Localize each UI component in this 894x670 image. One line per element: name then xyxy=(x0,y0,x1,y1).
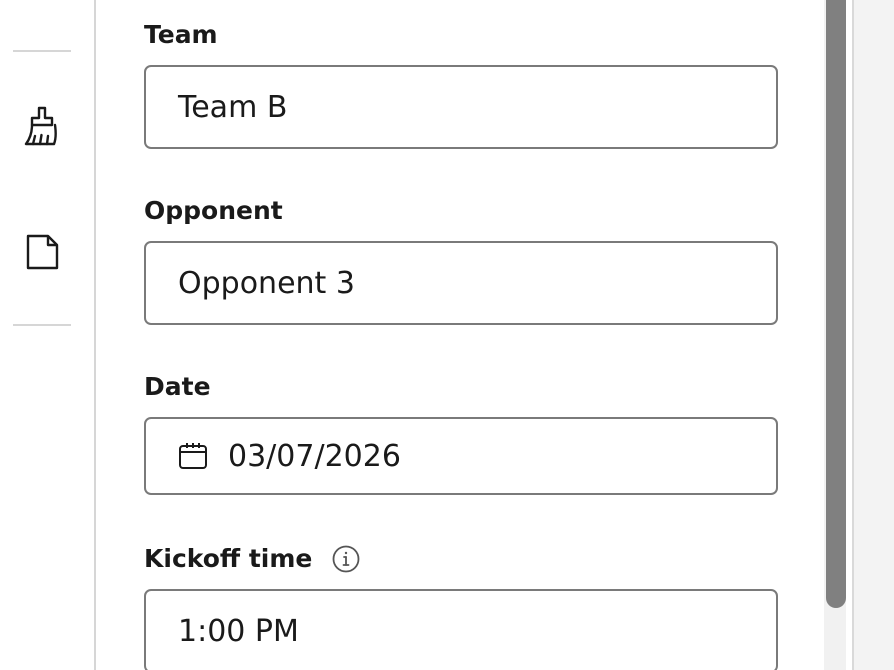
team-field[interactable]: Team B xyxy=(144,65,778,149)
kickoff-label-row: Kickoff time xyxy=(144,543,360,575)
note-icon xyxy=(26,234,59,270)
kickoff-label: Kickoff time xyxy=(144,544,313,573)
tool-rail xyxy=(0,0,96,670)
opponent-field[interactable]: Opponent 3 xyxy=(144,241,778,325)
calendar-icon xyxy=(178,441,208,471)
rail-divider xyxy=(13,324,71,326)
brush-button[interactable] xyxy=(20,102,64,150)
kickoff-time-field[interactable]: 1:00 PM xyxy=(144,589,778,670)
opponent-label: Opponent xyxy=(144,196,283,225)
rail-divider xyxy=(13,50,71,52)
team-label: Team xyxy=(144,20,218,49)
team-value: Team B xyxy=(178,89,288,125)
info-icon[interactable] xyxy=(332,545,360,573)
opponent-value: Opponent 3 xyxy=(178,265,355,301)
scrollbar-thumb[interactable] xyxy=(826,0,846,608)
date-field[interactable]: 03/07/2026 xyxy=(144,417,778,495)
kickoff-value: 1:00 PM xyxy=(178,613,299,649)
date-label: Date xyxy=(144,372,211,401)
app-root: Team Team B Opponent Opponent 3 Date 03/… xyxy=(0,0,894,670)
brush-icon xyxy=(24,106,57,146)
right-panel-edge xyxy=(852,0,894,670)
date-value: 03/07/2026 xyxy=(228,438,401,474)
note-button[interactable] xyxy=(20,228,64,276)
